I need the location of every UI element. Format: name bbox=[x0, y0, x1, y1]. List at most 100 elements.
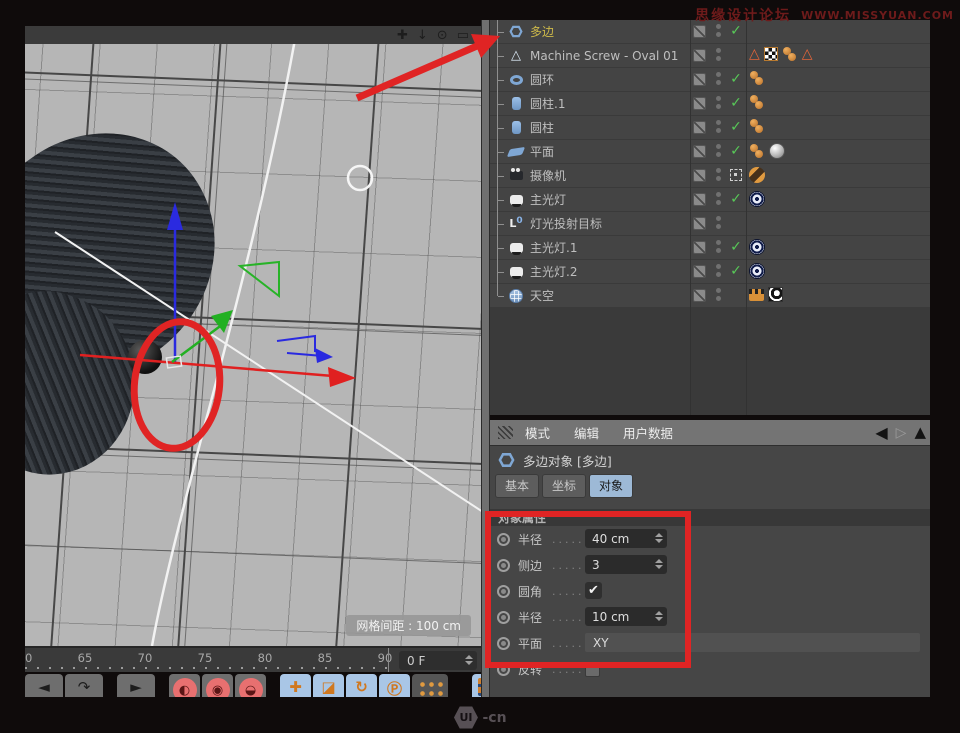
enable-state[interactable] bbox=[728, 215, 744, 231]
visibility-dots[interactable] bbox=[716, 240, 721, 253]
object-row[interactable]: 圆柱.1 ✓ bbox=[490, 92, 930, 116]
motion-mode-button[interactable] bbox=[472, 674, 481, 697]
object-label[interactable]: 多边 bbox=[530, 23, 554, 40]
layer-toggle[interactable] bbox=[693, 265, 706, 278]
enable-state[interactable]: ✓ bbox=[728, 23, 744, 39]
object-row[interactable]: 平面 ✓ bbox=[490, 140, 930, 164]
visibility-dots[interactable] bbox=[716, 72, 721, 85]
visibility-dots[interactable] bbox=[716, 120, 721, 133]
key-pla-button[interactable] bbox=[412, 674, 448, 697]
compositing-tag-icon[interactable] bbox=[749, 289, 764, 301]
play-button[interactable]: ↷ bbox=[65, 674, 103, 697]
key-rotation-button[interactable]: ↻ bbox=[346, 674, 377, 697]
object-row[interactable]: 圆环 ✓ bbox=[490, 68, 930, 92]
dots-tag-icon[interactable] bbox=[782, 47, 798, 61]
triangle-tag-icon[interactable]: △ bbox=[749, 47, 760, 61]
goto-start-button[interactable]: ◄ bbox=[25, 674, 63, 697]
autokey-button[interactable]: ◉ bbox=[202, 674, 233, 697]
layer-toggle[interactable] bbox=[693, 289, 706, 302]
layer-toggle[interactable] bbox=[693, 241, 706, 254]
enable-state[interactable]: ✓ bbox=[728, 239, 744, 255]
object-label[interactable]: 灯光投射目标 bbox=[530, 215, 602, 232]
protection-tag-icon[interactable] bbox=[749, 167, 765, 183]
key-position-button[interactable]: ✚ bbox=[280, 674, 311, 697]
object-row[interactable]: 主光灯.2 ✓ bbox=[490, 260, 930, 284]
rotate-icon[interactable]: ⊙ bbox=[437, 29, 448, 42]
visibility-dots[interactable] bbox=[716, 264, 721, 277]
tab-坐标[interactable]: 坐标 bbox=[542, 474, 586, 498]
enable-state[interactable]: ✓ bbox=[728, 191, 744, 207]
texture-tag-icon[interactable] bbox=[768, 287, 783, 302]
object-label[interactable]: 圆柱.1 bbox=[530, 95, 565, 112]
enable-state[interactable]: ✓ bbox=[728, 263, 744, 279]
object-row[interactable]: 天空 bbox=[490, 284, 930, 308]
object-row[interactable]: 主光灯 ✓ bbox=[490, 188, 930, 212]
dots-tag-icon[interactable] bbox=[749, 144, 765, 158]
enable-state[interactable] bbox=[728, 287, 744, 303]
plane-handle-blue[interactable] bbox=[277, 336, 315, 352]
dots-tag-icon[interactable] bbox=[749, 71, 765, 85]
pan-icon[interactable]: ✚ bbox=[397, 29, 408, 42]
bullseye-tag-icon[interactable] bbox=[749, 239, 765, 255]
object-label[interactable]: 圆环 bbox=[530, 71, 554, 88]
enable-state[interactable]: ✓ bbox=[728, 119, 744, 135]
menu-item-1[interactable]: 编辑 bbox=[574, 423, 599, 442]
sphere-tag-icon[interactable] bbox=[769, 143, 785, 159]
object-row[interactable]: 主光灯.1 ✓ bbox=[490, 236, 930, 260]
layer-toggle[interactable] bbox=[693, 217, 706, 230]
dots-tag-icon[interactable] bbox=[749, 119, 765, 133]
visibility-dots[interactable] bbox=[716, 168, 721, 181]
frame-stepper[interactable] bbox=[465, 655, 473, 665]
triangle-tag-icon[interactable]: △ bbox=[802, 47, 813, 61]
object-label[interactable]: 平面 bbox=[530, 143, 554, 160]
object-row[interactable]: L0灯光投射目标 bbox=[490, 212, 930, 236]
key-parameter-button[interactable]: Ⓟ bbox=[379, 674, 410, 697]
layer-toggle[interactable] bbox=[693, 121, 706, 134]
object-label[interactable]: 圆柱 bbox=[530, 119, 554, 136]
checker-tag-icon[interactable] bbox=[764, 47, 778, 61]
visibility-dots[interactable] bbox=[716, 24, 721, 37]
layer-toggle[interactable] bbox=[693, 49, 706, 62]
layer-toggle[interactable] bbox=[693, 145, 706, 158]
enable-state[interactable]: ✓ bbox=[728, 95, 744, 111]
object-label[interactable]: 摄像机 bbox=[530, 167, 566, 184]
panel-menu-icon[interactable] bbox=[498, 426, 513, 439]
layer-toggle[interactable] bbox=[693, 97, 706, 110]
layer-toggle[interactable] bbox=[693, 169, 706, 182]
timeline-ruler[interactable]: 60657075808590 bbox=[25, 646, 395, 672]
object-row[interactable]: △Machine Screw - Oval 01△△ bbox=[490, 44, 930, 68]
menu-item-0[interactable]: 模式 bbox=[525, 423, 550, 442]
object-label[interactable]: 主光灯.1 bbox=[530, 239, 577, 256]
maximize-icon[interactable]: ▭ bbox=[457, 29, 469, 42]
viewport-canvas[interactable]: 网格间距 : 100 cm bbox=[25, 44, 481, 646]
dots-tag-icon[interactable] bbox=[749, 95, 765, 109]
record-options-button[interactable]: ◒ bbox=[235, 674, 266, 697]
object-label[interactable]: 主光灯.2 bbox=[530, 263, 577, 280]
object-label[interactable]: 主光灯 bbox=[530, 191, 566, 208]
enable-state[interactable]: ✓ bbox=[728, 143, 744, 159]
bullseye-tag-icon[interactable] bbox=[749, 191, 765, 207]
visibility-dots[interactable] bbox=[716, 288, 721, 301]
visibility-dots[interactable] bbox=[716, 144, 721, 157]
tab-基本[interactable]: 基本 bbox=[495, 474, 539, 498]
viewport-panel[interactable]: ✚ ↓ ⊙ ▭ bbox=[25, 26, 481, 646]
layer-toggle[interactable] bbox=[693, 73, 706, 86]
visibility-dots[interactable] bbox=[716, 192, 721, 205]
object-row[interactable]: 圆柱 ✓ bbox=[490, 116, 930, 140]
visibility-dots[interactable] bbox=[716, 96, 721, 109]
visibility-dots[interactable] bbox=[716, 48, 721, 61]
tab-对象[interactable]: 对象 bbox=[589, 474, 633, 498]
record-keyframe-button[interactable]: ◐ bbox=[169, 674, 200, 697]
dolly-icon[interactable]: ↓ bbox=[417, 29, 428, 42]
visibility-dots[interactable] bbox=[716, 216, 721, 229]
object-row[interactable]: 摄像机 bbox=[490, 164, 930, 188]
bullseye-tag-icon[interactable] bbox=[749, 263, 765, 279]
current-frame-field[interactable]: 0 F bbox=[399, 651, 477, 670]
enable-state[interactable] bbox=[728, 167, 744, 183]
enable-state[interactable]: ✓ bbox=[728, 71, 744, 87]
history-back-icon[interactable]: ◀ bbox=[875, 425, 887, 441]
history-forward-icon[interactable]: ▷ bbox=[896, 426, 907, 440]
layer-toggle[interactable] bbox=[693, 25, 706, 38]
enable-state[interactable] bbox=[728, 47, 744, 63]
object-label[interactable]: Machine Screw - Oval 01 bbox=[530, 49, 678, 63]
